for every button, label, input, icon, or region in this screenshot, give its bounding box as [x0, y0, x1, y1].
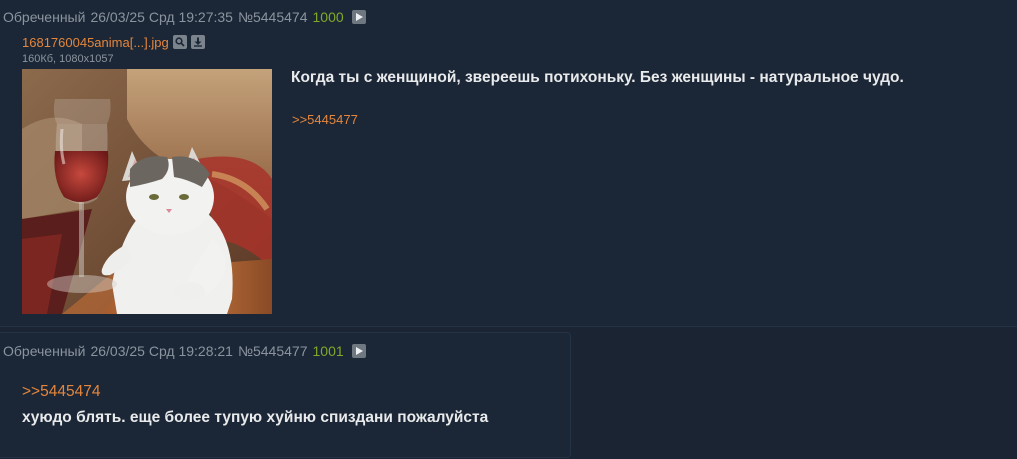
post-message: хуюдо блять. еще более тупую хуйню спизд… [22, 409, 489, 426]
file-name-link[interactable]: 1681760045anima[...].jpg [22, 35, 169, 50]
post-header: Обреченный 26/03/25 Срд 19:28:21 №544547… [3, 341, 366, 361]
post-counter: 1001 [312, 343, 344, 359]
post-header: Обреченный 26/03/25 Срд 19:27:35 №544547… [3, 7, 366, 27]
search-icon[interactable] [172, 35, 187, 49]
file-info: 160Кб, 1080x1057 [22, 53, 114, 65]
play-icon[interactable] [351, 10, 366, 24]
post-message: Когда ты с женщиной, звереешь потихоньку… [291, 69, 904, 86]
quote-link[interactable]: >>5445474 [22, 383, 100, 401]
post-number[interactable]: №5445474 [238, 9, 308, 25]
download-icon[interactable] [190, 35, 205, 49]
post-5445477: Обреченный 26/03/25 Срд 19:28:21 №544547… [0, 332, 571, 458]
post-date: 26/03/25 Срд 19:28:21 [90, 343, 233, 359]
play-icon[interactable] [351, 344, 366, 358]
post-counter: 1000 [312, 9, 344, 25]
reply-link[interactable]: >>5445477 [292, 112, 358, 127]
file-attachment-line: 1681760045anima[...].jpg [22, 34, 205, 50]
poster-name: Обреченный [3, 343, 86, 359]
poster-name: Обреченный [3, 9, 86, 25]
post-5445474: Обреченный 26/03/25 Срд 19:27:35 №544547… [0, 0, 1017, 327]
post-image-thumbnail[interactable] [22, 69, 272, 314]
post-number[interactable]: №5445477 [238, 343, 308, 359]
post-date: 26/03/25 Срд 19:27:35 [90, 9, 233, 25]
